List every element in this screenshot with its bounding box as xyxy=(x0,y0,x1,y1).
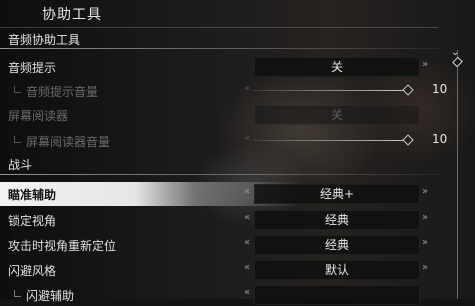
setting-value-dropdown[interactable]: 默认 xyxy=(254,260,420,280)
chevron-left-icon[interactable]: « xyxy=(244,212,250,223)
setting-row-aim-assist[interactable]: 瞄准辅助 « 经典+ » xyxy=(0,182,440,206)
section-combat-header: 战斗 xyxy=(8,158,33,172)
chevron-right-icon[interactable]: » xyxy=(422,186,428,197)
setting-label: 锁定视角 xyxy=(8,214,57,228)
sub-item-icon xyxy=(14,290,21,297)
volume-slider-track[interactable] xyxy=(254,140,408,141)
section-audio-divider xyxy=(0,48,440,49)
setting-row-attack-reposition[interactable]: 攻击时视角重新定位 « 经典 » xyxy=(0,234,440,256)
title-divider xyxy=(0,27,438,28)
section-combat-divider xyxy=(0,174,440,175)
setting-value-dropdown[interactable]: 关 xyxy=(254,57,420,77)
setting-label: 屏幕阅读器音量 xyxy=(26,135,111,149)
slider-value: 10 xyxy=(432,132,448,146)
slider-value: 10 xyxy=(432,82,448,96)
setting-row-audio-hint[interactable]: 音频提示 关 » xyxy=(0,56,440,78)
setting-label: 攻击时视角重新定位 xyxy=(8,239,117,253)
sub-item-icon xyxy=(14,136,21,143)
setting-row-dodge-style[interactable]: 闪避风格 « 默认 » xyxy=(0,259,440,281)
slider-knob-icon[interactable] xyxy=(402,84,414,96)
setting-value-dropdown[interactable] xyxy=(254,285,420,305)
setting-row-screen-reader[interactable]: 屏幕阅读器 关 xyxy=(0,104,440,126)
chevron-right-icon[interactable]: » xyxy=(422,212,428,223)
section-audio-header: 音频协助工具 xyxy=(8,33,81,47)
sub-item-icon xyxy=(14,86,21,93)
setting-row-screen-reader-volume[interactable]: 屏幕阅读器音量 « 10 xyxy=(0,130,447,152)
setting-label: 音频提示音量 xyxy=(26,85,99,99)
chevron-right-icon[interactable]: » xyxy=(422,262,428,273)
setting-row-dodge-assist[interactable]: 闪避辅助 « xyxy=(0,284,440,306)
page-title: 协助工具 xyxy=(42,7,102,23)
chevron-left-icon[interactable]: « xyxy=(244,133,250,144)
scrollbar-track[interactable] xyxy=(457,50,458,299)
setting-label: 音频提示 xyxy=(8,61,57,75)
setting-label: 瞄准辅助 xyxy=(8,188,57,202)
setting-value-dropdown[interactable]: 经典 xyxy=(254,210,420,230)
chevron-left-icon[interactable]: « xyxy=(244,83,250,94)
setting-label: 屏幕阅读器 xyxy=(8,109,69,123)
chevron-right-icon[interactable]: » xyxy=(422,237,428,248)
chevron-left-icon[interactable]: « xyxy=(244,287,250,298)
setting-value-dropdown[interactable]: 关 xyxy=(254,105,420,125)
setting-value-dropdown[interactable]: 经典 xyxy=(254,235,420,255)
setting-value-dropdown[interactable]: 经典+ xyxy=(254,184,420,204)
chevron-left-icon[interactable]: « xyxy=(244,262,250,273)
setting-label: 闪避风格 xyxy=(8,264,57,278)
setting-row-audio-hint-volume[interactable]: 音频提示音量 « 10 xyxy=(0,80,447,102)
chevron-left-icon[interactable]: « xyxy=(244,237,250,248)
chevron-right-icon[interactable]: » xyxy=(422,59,428,70)
volume-slider-track[interactable] xyxy=(254,90,408,91)
setting-row-lock-view[interactable]: 锁定视角 « 经典 » xyxy=(0,209,440,231)
slider-knob-icon[interactable] xyxy=(402,134,414,146)
setting-label: 闪避辅助 xyxy=(26,289,75,303)
chevron-left-icon[interactable]: « xyxy=(244,186,250,197)
